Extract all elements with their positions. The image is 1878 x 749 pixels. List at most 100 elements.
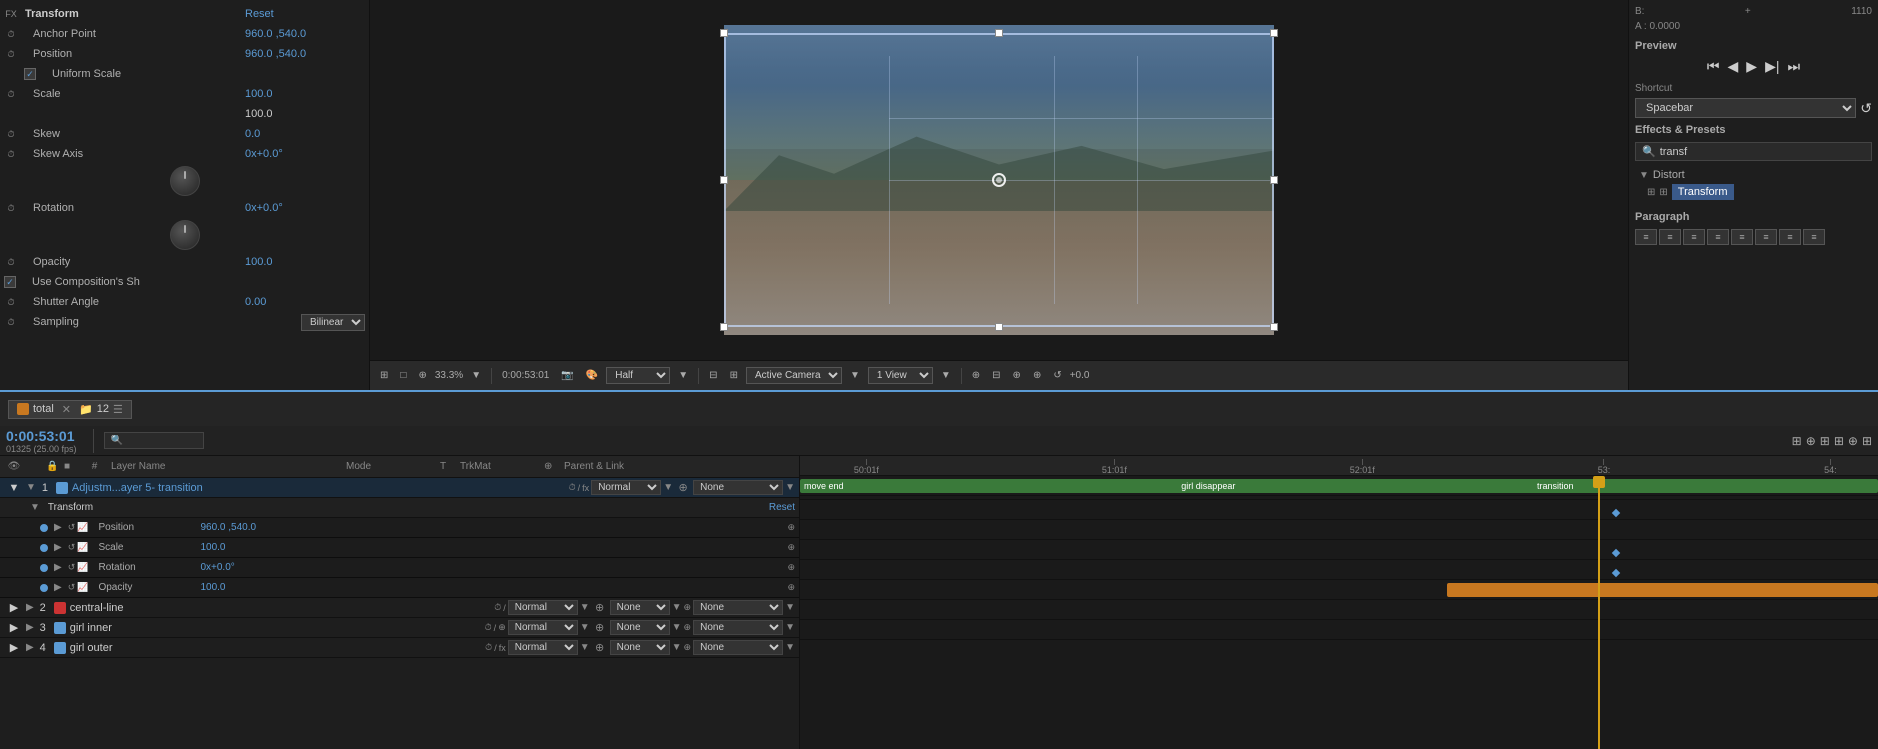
canvas-tool-btn2[interactable]: □: [396, 368, 410, 383]
layer1-expand2[interactable]: ▼: [26, 482, 36, 493]
expand1[interactable]: ▶: [54, 522, 62, 533]
sub-position-value[interactable]: 960.0 ,540.0: [200, 522, 256, 533]
handle-tr[interactable]: [1270, 29, 1278, 37]
canvas-tool-btn1[interactable]: ⊞: [376, 368, 392, 383]
canvas-icon2[interactable]: ⊞: [726, 368, 742, 383]
layer2-mode-arrow[interactable]: ▼: [580, 602, 590, 613]
view-select-btn[interactable]: ▼: [674, 368, 692, 383]
cam-dropdown[interactable]: ▼: [846, 368, 864, 383]
layer1-mode[interactable]: Normal: [591, 480, 661, 495]
layer4-trkmat-arrow[interactable]: ▼: [672, 642, 682, 653]
justify-btn[interactable]: ≡: [1707, 229, 1729, 245]
play-btn[interactable]: ▶: [1746, 58, 1757, 75]
sub-opacity-value[interactable]: 100.0: [200, 582, 225, 593]
composition-tab[interactable]: total ✕ 📁 12 ☰: [8, 400, 132, 419]
rotation-stopwatch-icon[interactable]: ⏱: [4, 201, 18, 215]
shutter-angle-value[interactable]: 0.00: [245, 296, 365, 308]
timeline-tool2[interactable]: ⊕: [1806, 434, 1816, 448]
align-left-btn[interactable]: ≡: [1635, 229, 1657, 245]
layer2-parent[interactable]: None: [693, 600, 783, 615]
skip-to-end-btn[interactable]: ⏭: [1787, 58, 1800, 75]
skewaxis-icon[interactable]: ⏱: [4, 147, 18, 161]
shortcut-select[interactable]: Spacebar: [1635, 98, 1856, 118]
layer4-parent[interactable]: None: [693, 640, 783, 655]
layer3-expand2[interactable]: ▶: [26, 622, 34, 633]
tool-icon5[interactable]: ↺: [1049, 368, 1065, 383]
canvas-icon1[interactable]: ⊟: [705, 368, 721, 383]
timeline-tool1[interactable]: ⊞: [1792, 434, 1802, 448]
layer4-trkmat[interactable]: None: [610, 640, 670, 655]
layer2-parent-arrow[interactable]: ▼: [785, 602, 795, 613]
timeline-tool6[interactable]: ⊞: [1862, 434, 1872, 448]
step-back-btn[interactable]: ◀: [1728, 58, 1739, 75]
rotation-value[interactable]: 0x+0.0°: [245, 202, 365, 214]
layer4-mode-arrow[interactable]: ▼: [580, 642, 590, 653]
track-bar-1[interactable]: move end girl disappear transition: [800, 479, 1878, 493]
layer-row-4[interactable]: ▶ ▶ 4 girl outer ⏱ / fx Normal ▼ ⊕ None: [0, 638, 799, 658]
align-center-btn[interactable]: ≡: [1659, 229, 1681, 245]
layer3-parent-arrow[interactable]: ▼: [785, 622, 795, 633]
handle-tc[interactable]: [995, 29, 1003, 37]
layer3-trkmat-arrow[interactable]: ▼: [672, 622, 682, 633]
layer-search-input[interactable]: [104, 432, 204, 449]
handle-ml[interactable]: [720, 176, 728, 184]
track-bar-2[interactable]: [1447, 583, 1878, 597]
position-value[interactable]: 960.0 ,540.0: [245, 48, 365, 60]
stopwatch-icon[interactable]: ⏱: [4, 27, 18, 41]
playhead[interactable]: [1598, 476, 1600, 749]
opacity-icon[interactable]: ⏱: [4, 255, 18, 269]
skew-value[interactable]: 0.0: [245, 128, 365, 140]
handle-br[interactable]: [1270, 323, 1278, 331]
transform-expand[interactable]: ▼: [30, 502, 40, 513]
align-right-btn[interactable]: ≡: [1683, 229, 1705, 245]
layer3-mode[interactable]: Normal: [508, 620, 578, 635]
position-stopwatch-icon[interactable]: ⏱: [4, 47, 18, 61]
layer4-parent-arrow[interactable]: ▼: [785, 642, 795, 653]
effects-search-input[interactable]: [1660, 146, 1865, 158]
skip-to-start-btn[interactable]: ⏮: [1707, 58, 1720, 75]
handle-bl[interactable]: [720, 323, 728, 331]
justify-right-btn[interactable]: ≡: [1779, 229, 1801, 245]
shortcut-refresh-btn[interactable]: ↺: [1860, 100, 1872, 117]
zoom-dropdown[interactable]: ▼: [467, 368, 485, 383]
layer1-mode-arrow[interactable]: ▼: [663, 482, 673, 493]
layer3-mode-arrow[interactable]: ▼: [580, 622, 590, 633]
close-tab-btn[interactable]: ✕: [62, 403, 71, 416]
transform-reset-btn[interactable]: Reset: [769, 502, 795, 513]
view-count-select[interactable]: 1 View 2 Views 4 Views: [868, 367, 933, 384]
tool-icon1[interactable]: ⊕: [968, 368, 984, 383]
layer-row-3[interactable]: ▶ ▶ 3 girl inner ⏱ / ⊕ Normal ▼ ⊕ None: [0, 618, 799, 638]
sub-rotation-value[interactable]: 0x+0.0°: [200, 562, 234, 573]
tool-icon4[interactable]: ⊕: [1029, 368, 1045, 383]
anchor-point-value[interactable]: 960.0 ,540.0: [245, 28, 365, 40]
comp-shutter-checkbox[interactable]: [4, 276, 16, 288]
timecode-btn[interactable]: 0:00:53:01: [498, 368, 553, 383]
sampling-select[interactable]: Bilinear Bicubic: [301, 314, 365, 331]
handle-bc[interactable]: [995, 323, 1003, 331]
view-count-dropdown[interactable]: ▼: [937, 368, 955, 383]
layer4-expand2[interactable]: ▶: [26, 642, 34, 653]
handle-mr[interactable]: [1270, 176, 1278, 184]
rotation-knob[interactable]: [170, 220, 200, 250]
tool-icon3[interactable]: ⊕: [1009, 368, 1025, 383]
skew-axis-value[interactable]: 0x+0.0°: [245, 148, 365, 160]
layer3-trkmat[interactable]: None: [610, 620, 670, 635]
layer-row-1[interactable]: ▼ ▼ 1 Adjustm...ayer 5- transition ⏱ / f…: [0, 478, 799, 498]
color-btn[interactable]: 🎨: [582, 368, 602, 383]
tool-icon2[interactable]: ⊟: [988, 368, 1004, 383]
scale-value[interactable]: 100.0: [245, 88, 365, 100]
distort-arrow[interactable]: ▼: [1639, 170, 1649, 181]
skew-icon[interactable]: ⏱: [4, 127, 18, 141]
expand2[interactable]: ▶: [54, 542, 62, 553]
justify-full-btn[interactable]: ≡: [1803, 229, 1825, 245]
shutter-angle-icon[interactable]: ⏱: [4, 295, 18, 309]
reset-link[interactable]: Reset: [245, 8, 365, 20]
layer2-expand2[interactable]: ▶: [26, 602, 34, 613]
timeline-tool3[interactable]: ⊞: [1820, 434, 1830, 448]
layer3-expand[interactable]: ▶: [4, 621, 24, 634]
step-forward-btn[interactable]: ▶|: [1765, 58, 1779, 75]
expand4[interactable]: ▶: [54, 582, 62, 593]
layer2-trkmat-arrow[interactable]: ▼: [672, 602, 682, 613]
camera-select[interactable]: Active Camera: [746, 367, 842, 384]
scale-stopwatch-icon[interactable]: ⏱: [4, 87, 18, 101]
